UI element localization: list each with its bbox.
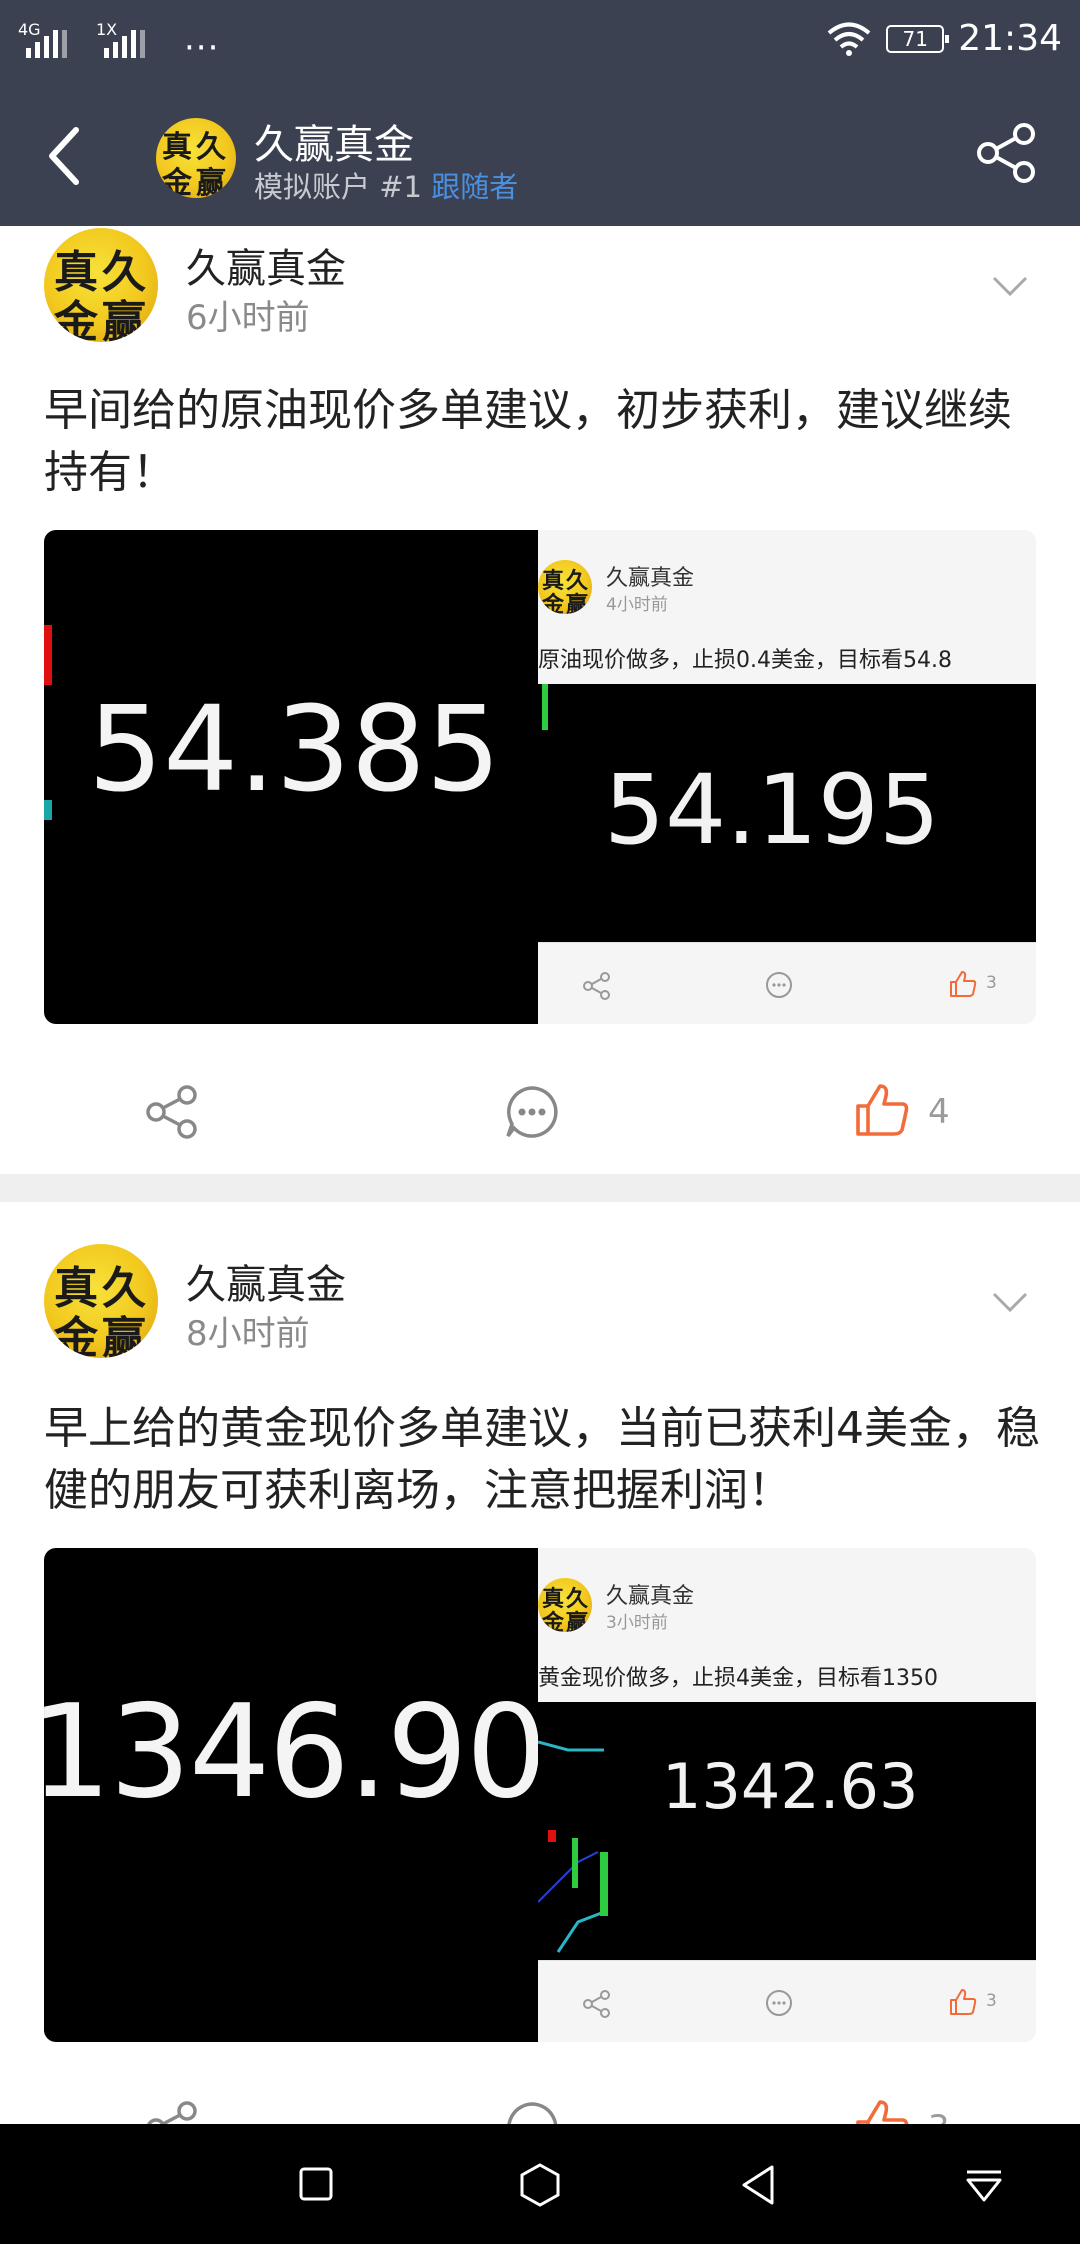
avatar: 真 久 金 赢 [538, 560, 592, 614]
quoted-time: 4小时前 [606, 595, 668, 615]
chart-fragment [538, 1740, 608, 1953]
battery-indicator: 71 [886, 24, 950, 53]
quoted-actions: 3 [538, 1960, 1036, 2042]
quoted-like-count: 3 [986, 1991, 997, 2011]
comment-icon [766, 1990, 792, 2016]
clock: 21:34 [958, 18, 1062, 59]
chevron-down-icon[interactable] [990, 1290, 1030, 1314]
post-time: 6小时前 [186, 298, 310, 338]
quoted-author: 久赢真金 [606, 1584, 695, 1609]
quoted-price-screenshot: 1342.63 [538, 1702, 1036, 1960]
post-author[interactable]: 久赢真金 [186, 1252, 346, 1310]
quoted-actions: 3 [538, 942, 1036, 1024]
post-time: 8小时前 [186, 1314, 310, 1354]
wifi-icon [827, 22, 871, 56]
system-nav-bar [0, 2124, 1080, 2244]
price-value: 1346.90 [44, 1678, 538, 1827]
quoted-text: 原油现价做多，止损0.4美金，目标看54.8 [538, 648, 952, 673]
share-icon[interactable] [974, 120, 1040, 186]
quoted-author: 久赢真金 [606, 566, 695, 591]
avatar: 真 久 金 赢 [538, 1578, 592, 1632]
avatar[interactable]: 真 久 金 赢 [44, 1244, 158, 1358]
recent-apps-icon[interactable] [298, 2166, 334, 2202]
post-divider [0, 1174, 1080, 1202]
post-image[interactable]: 54.385 真 久 金 赢 久赢真金 4小时前 原油现价做多，止损0.4美金，… [44, 530, 1036, 1024]
post-text: 早间给的原油现价多单建议，初步获利，建议继续持有！ [44, 385, 1012, 498]
thumbs-up-icon [950, 971, 977, 997]
price-screenshot[interactable]: 1346.90 [44, 1548, 538, 2042]
status-bar: 4G 1X ··· 71 21:34 [0, 0, 1080, 82]
comment-icon[interactable] [504, 1084, 560, 1140]
quoted-price-value: 1342.63 [662, 1750, 919, 1823]
quoted-price-value: 54.195 [604, 754, 940, 866]
quoted-like-count: 3 [986, 973, 997, 993]
post-author[interactable]: 久赢真金 [186, 236, 346, 294]
notification-shade-icon[interactable] [964, 2168, 1004, 2204]
avatar[interactable]: 真 久 金 赢 [44, 228, 158, 342]
quoted-post[interactable]: 真 久 金 赢 久赢真金 3小时前 黄金现价做多，止损4美金，目标看1350 1… [538, 1548, 1036, 2042]
post-image[interactable]: 1346.90 真 久 金 赢 久赢真金 3小时前 黄金现价做多，止损4美金，目… [44, 1548, 1036, 2042]
quoted-post[interactable]: 真 久 金 赢 久赢真金 4小时前 原油现价做多，止损0.4美金，目标看54.8… [538, 530, 1036, 1024]
chevron-down-icon[interactable] [990, 274, 1030, 298]
share-icon [583, 1990, 610, 2018]
share-icon[interactable] [144, 1084, 200, 1140]
follower-link[interactable]: 跟随者 [431, 170, 518, 204]
share-icon [583, 972, 610, 1000]
price-screenshot[interactable]: 54.385 [44, 530, 538, 1024]
thumbs-up-icon [950, 1989, 977, 2015]
candle-mark [44, 625, 52, 685]
thumbs-up-icon[interactable] [852, 1080, 912, 1140]
quoted-text: 黄金现价做多，止损4美金，目标看1350 [538, 1666, 938, 1691]
back-arrow-icon[interactable] [40, 124, 88, 188]
candle-mark [44, 800, 52, 820]
post-actions: 4 [0, 1062, 1080, 1162]
price-value: 54.385 [88, 680, 501, 818]
more-notifications-icon: ··· [184, 28, 220, 68]
home-icon[interactable] [518, 2162, 562, 2208]
account-subtitle: 模拟账户 #1 跟随者 [254, 164, 518, 206]
post-text: 早上给的黄金现价多单建议，当前已获利4美金，稳健的朋友可获利离场，注意把握利润！ [44, 1403, 1040, 1516]
quoted-time: 3小时前 [606, 1613, 668, 1633]
like-count: 4 [928, 1092, 950, 1132]
avatar[interactable]: 真 久 金 赢 [156, 118, 236, 198]
page-title: 久赢真金 [254, 122, 414, 168]
account-label: 模拟账户 #1 [254, 170, 422, 204]
comment-icon [766, 972, 792, 998]
quoted-price-screenshot: 54.195 [538, 684, 1036, 942]
signal-icon: 4G [18, 20, 78, 58]
back-icon[interactable] [738, 2164, 778, 2206]
signal-icon-2: 1X [96, 20, 156, 58]
top-app-bar: 真 久 金 赢 久赢真金 模拟账户 #1 跟随者 [0, 82, 1080, 226]
candle-mark [542, 684, 548, 730]
